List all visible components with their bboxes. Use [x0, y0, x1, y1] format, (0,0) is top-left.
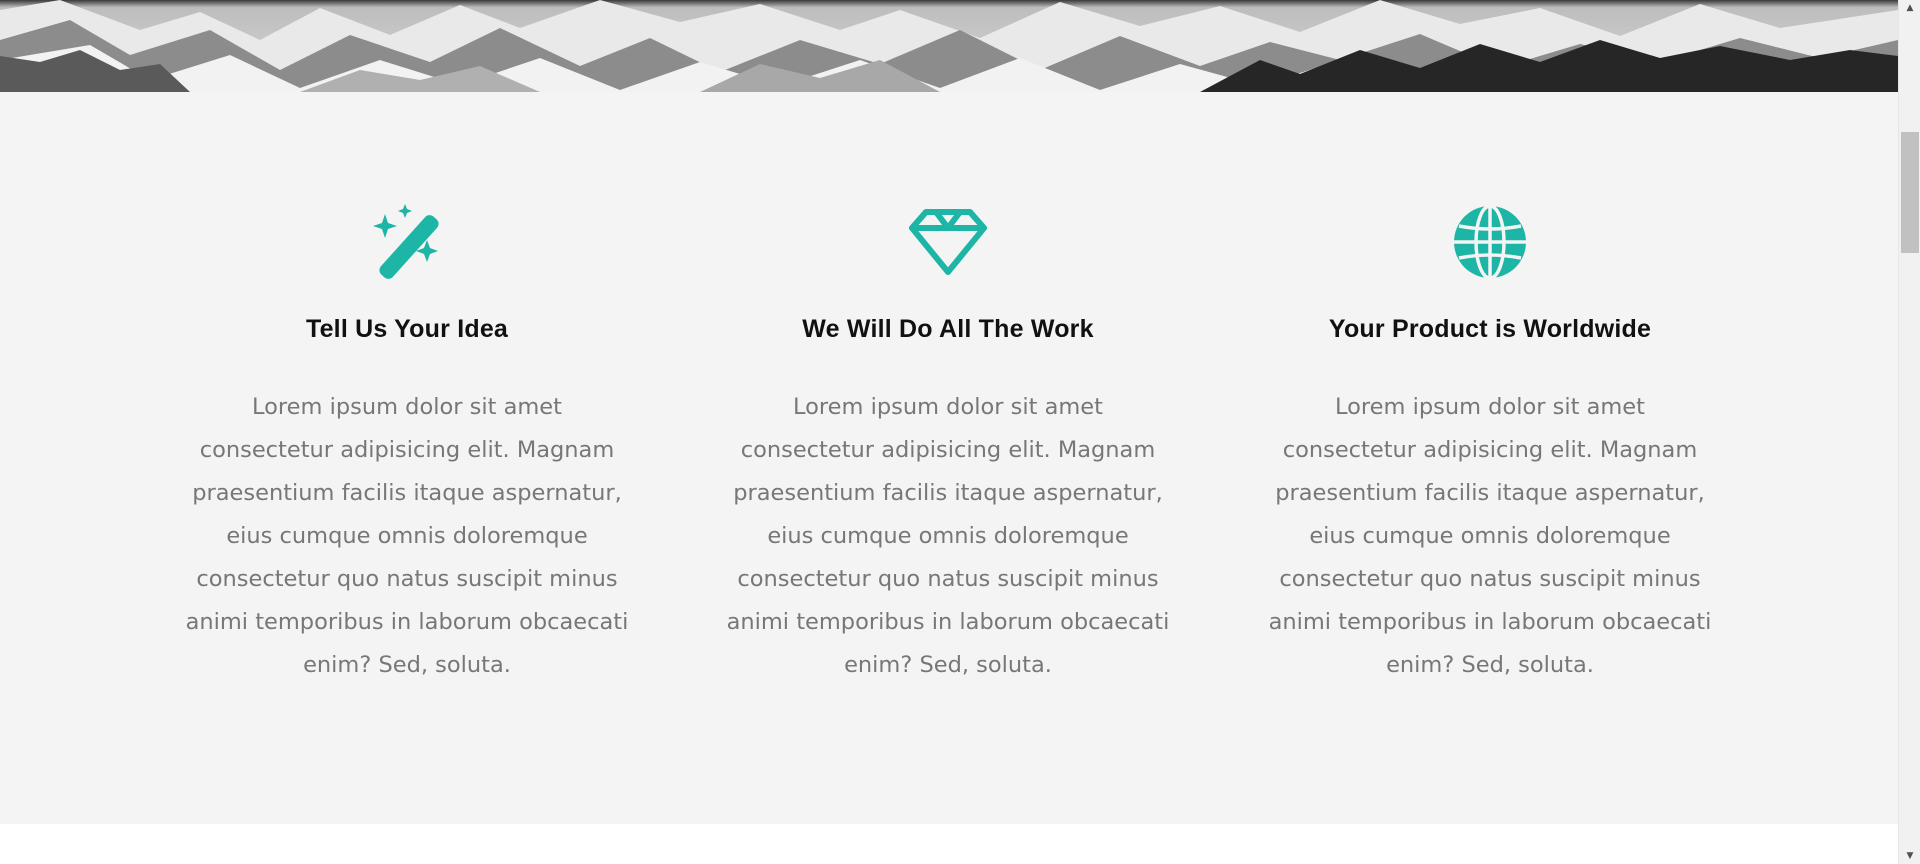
mountain-image [0, 0, 1898, 92]
page: Tell Us Your Idea Lorem ipsum dolor sit … [0, 0, 1898, 864]
hero-mountain-image [0, 0, 1898, 92]
feature-description: Lorem ipsum dolor sit amet consectetur a… [726, 394, 1170, 678]
magic-wand-icon [373, 204, 439, 279]
feature-description: Lorem ipsum dolor sit amet consectetur a… [1268, 394, 1712, 678]
scroll-up-arrow-icon[interactable]: ▲ [1899, 0, 1920, 16]
globe-icon [1454, 204, 1526, 280]
vertical-scrollbar[interactable]: ▲ ▼ [1898, 0, 1920, 864]
scroll-down-arrow-icon[interactable]: ▼ [1899, 848, 1920, 864]
feature-title: Your Product is Worldwide [1328, 315, 1652, 343]
feature-title: We Will Do All The Work [802, 315, 1094, 343]
feature-title: Tell Us Your Idea [305, 315, 509, 343]
features-section: Tell Us Your Idea Lorem ipsum dolor sit … [0, 92, 1898, 824]
gem-icon [909, 209, 987, 275]
feature-description: Lorem ipsum dolor sit amet consectetur a… [185, 394, 629, 678]
scrollbar-thumb[interactable] [1901, 132, 1919, 253]
